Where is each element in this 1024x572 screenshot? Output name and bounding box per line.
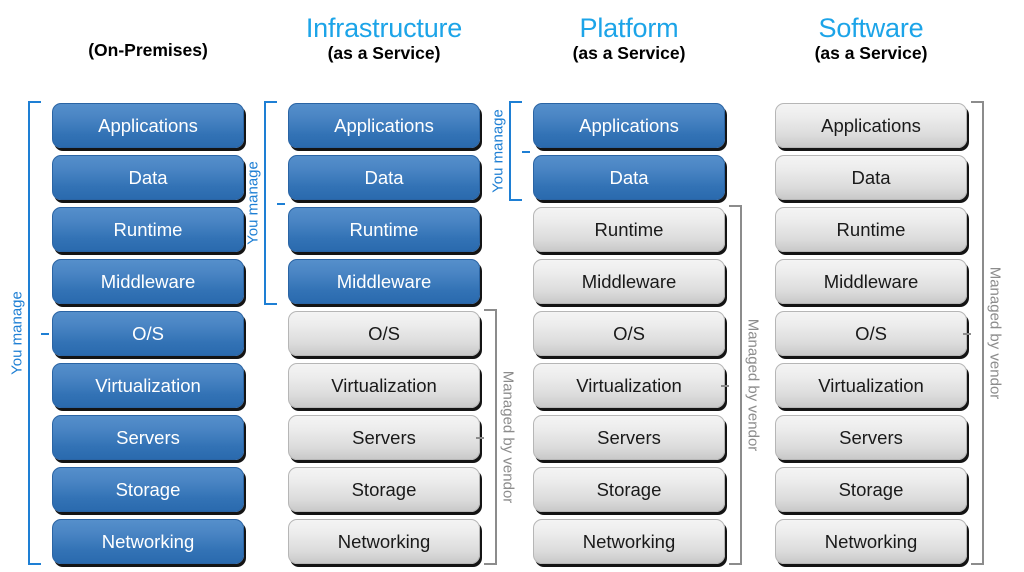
stack-iaas: Applications Data Runtime Middleware O/S… [288,103,480,565]
layer-box[interactable]: Applications [533,103,725,148]
layer-box[interactable]: Middleware [52,259,244,304]
column-header-paas: Platform (as a Service) [533,14,725,63]
layer-box[interactable]: O/S [533,311,725,356]
layer-box[interactable]: Servers [52,415,244,460]
label-you-manage-paas: You manage [489,109,507,193]
layer-box[interactable]: O/S [52,311,244,356]
layer-box[interactable]: Servers [533,415,725,460]
bracket-managed-by-vendor-saas [963,101,984,565]
column-header-iaas: Infrastructure (as a Service) [288,14,480,63]
layer-box[interactable]: Virtualization [288,363,480,408]
label-you-manage-iaas: You manage [244,161,262,245]
column-header-saas: Software (as a Service) [775,14,967,63]
column-title-iaas: Infrastructure [305,13,463,43]
column-title-paas: Platform [579,13,679,43]
layer-box[interactable]: Data [52,155,244,200]
column-subtitle-saas: (as a Service) [814,43,928,64]
layer-box[interactable]: Data [533,155,725,200]
layer-box[interactable]: Applications [288,103,480,148]
layer-box[interactable]: Storage [533,467,725,512]
stack-saas: Applications Data Runtime Middleware O/S… [775,103,967,565]
layer-box[interactable]: Applications [52,103,244,148]
bracket-nub [963,333,971,335]
column-subtitle-on-premises: (On-Premises) [88,40,208,60]
label-managed-by-vendor-saas: Managed by vendor [986,266,1004,400]
layer-box[interactable]: Storage [52,467,244,512]
layer-box[interactable]: Runtime [52,207,244,252]
layer-box[interactable]: O/S [775,311,967,356]
layer-box[interactable]: Networking [533,519,725,564]
bracket-nub [522,151,530,153]
bracket-managed-by-vendor-paas [721,205,742,565]
layer-box[interactable]: Applications [775,103,967,148]
layer-box[interactable]: Virtualization [775,363,967,408]
label-managed-by-vendor-iaas: Managed by vendor [499,370,517,504]
label-managed-by-vendor-paas: Managed by vendor [744,318,762,452]
layer-box[interactable]: Servers [288,415,480,460]
bracket-you-manage-paas [509,101,530,201]
column-subtitle-paas: (as a Service) [572,43,686,64]
column-subtitle-iaas: (as a Service) [327,43,441,64]
label-you-manage-on-premises: You manage [8,291,26,375]
column-header-on-premises: (On-Premises) [52,14,244,60]
layer-box[interactable]: Servers [775,415,967,460]
layer-box[interactable]: Virtualization [533,363,725,408]
stack-on-premises: Applications Data Runtime Middleware O/S… [52,103,244,565]
bracket-nub [721,385,729,387]
layer-box[interactable]: Runtime [775,207,967,252]
layer-box[interactable]: Runtime [533,207,725,252]
layer-box[interactable]: Data [288,155,480,200]
column-title-saas: Software [818,13,924,43]
bracket-nub [41,333,49,335]
layer-box[interactable]: Networking [288,519,480,564]
cloud-service-models-diagram: (On-Premises) Infrastructure (as a Servi… [0,0,1024,572]
layer-box[interactable]: Data [775,155,967,200]
layer-box[interactable]: Storage [288,467,480,512]
layer-box[interactable]: Virtualization [52,363,244,408]
bracket-you-manage-on-premises [28,101,49,565]
bracket-nub [277,203,285,205]
layer-box[interactable]: Storage [775,467,967,512]
layer-box[interactable]: O/S [288,311,480,356]
bracket-you-manage-iaas [264,101,285,305]
stack-paas: Applications Data Runtime Middleware O/S… [533,103,725,565]
layer-box[interactable]: Networking [52,519,244,564]
layer-box[interactable]: Middleware [775,259,967,304]
layer-box[interactable]: Networking [775,519,967,564]
layer-box[interactable]: Middleware [533,259,725,304]
layer-box[interactable]: Middleware [288,259,480,304]
layer-box[interactable]: Runtime [288,207,480,252]
bracket-managed-by-vendor-iaas [476,309,497,565]
bracket-nub [476,437,484,439]
